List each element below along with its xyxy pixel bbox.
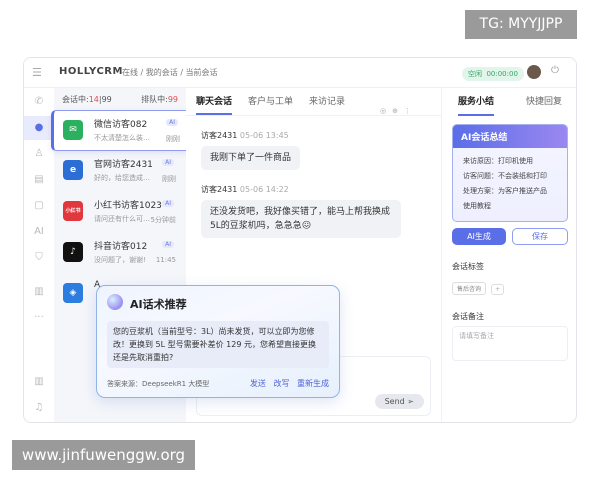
ai-badge: AI: [162, 241, 174, 248]
clipboard-icon[interactable]: ▤: [24, 168, 54, 192]
ai-badge: AI: [166, 119, 178, 126]
more-icon[interactable]: ···: [24, 306, 54, 330]
toolbar-icons[interactable]: ◎⊕⋮: [380, 97, 417, 125]
status-label: 空闲: [468, 70, 482, 78]
douyin-icon: ♪: [63, 242, 83, 262]
ai-badge: AI: [162, 159, 174, 166]
tag-chip[interactable]: 售后咨询: [452, 282, 487, 295]
brand-logo: HOLLYCRM: [59, 66, 123, 77]
chart-icon[interactable]: ▥: [24, 280, 54, 304]
rewrite-link[interactable]: 改写: [273, 379, 289, 388]
top-bar: ☰ HOLLYCRM 在线 / 我的会话 / 当前会话 空闲 00:00:00 …: [24, 58, 576, 88]
shield-icon[interactable]: ⛉: [24, 246, 54, 270]
xiaohongshu-icon: 小红书: [63, 201, 83, 221]
send-button[interactable]: Send ➢: [374, 394, 424, 409]
notes-label: 会话备注: [452, 312, 484, 321]
save-button[interactable]: 保存: [512, 228, 568, 245]
answer-source: 答案来源：DeepseekR1 大模型: [107, 380, 210, 388]
suggested-reply: 您的豆浆机（当前型号：3L）尚未发货，可以立即为您修改！更换到 5L 型号需要补…: [107, 321, 329, 368]
tab-chat[interactable]: 聊天会话: [196, 88, 233, 115]
session-counts: 会话中:14|99 排队中:99: [62, 95, 178, 104]
book-icon[interactable]: ▥: [24, 370, 54, 394]
right-panel: 服务小结 快捷回复 AI会话总结 来访原因：打印机使用 访客问题：不会装纸和打印 …: [441, 88, 576, 422]
tab-customer[interactable]: 客户与工单: [248, 88, 293, 115]
icon-rail: ✆ ● ♙ ▤ ▢ AI ⛉ ▥ ··· ▥ ♫: [24, 88, 54, 422]
wechat-icon: ✉: [63, 120, 83, 140]
popup-title: AI话术推荐: [130, 298, 187, 311]
ai-orb-icon: [107, 294, 123, 310]
tab-visits[interactable]: 来访记录: [309, 88, 345, 115]
send-suggestion-link[interactable]: 发送: [250, 379, 266, 388]
ai-icon[interactable]: AI: [24, 220, 54, 244]
session-item[interactable]: ♪ 抖音访客012 没问题了，谢谢! AI 11:45: [54, 233, 186, 274]
user-icon[interactable]: ♙: [24, 142, 54, 166]
tab-quick-reply[interactable]: 快捷回复: [526, 88, 562, 116]
status-timer: 00:00:00: [486, 70, 518, 78]
phone-icon[interactable]: ✆: [24, 90, 54, 114]
breadcrumb: 在线 / 我的会话 / 当前会话: [122, 68, 218, 77]
status-badge[interactable]: 空闲 00:00:00: [462, 67, 524, 81]
watermark-bottom: www.jinfuwenggw.org: [12, 440, 195, 470]
bell-icon[interactable]: ♫: [24, 396, 54, 420]
power-icon[interactable]: ⏻: [551, 65, 559, 76]
ai-suggestion-popup: AI话术推荐 您的豆浆机（当前型号：3L）尚未发货，可以立即为您修改！更换到 5…: [96, 285, 340, 398]
regenerate-link[interactable]: 重新生成: [297, 379, 329, 388]
avatar[interactable]: [527, 65, 541, 79]
chat-tabs: 聊天会话 客户与工单 来访记录 ◎⊕⋮: [186, 88, 441, 116]
chat-icon[interactable]: ●: [24, 116, 54, 140]
message: 访客2431 05-06 13:45 我刚下单了一件商品: [201, 130, 441, 170]
ie-icon: e: [63, 160, 83, 180]
message: 访客2431 05-06 14:22 还没发货吧，我好像买错了，能马上帮我换成5…: [201, 184, 441, 238]
notes-input[interactable]: 请填写备注: [452, 326, 568, 361]
app-icon: ◈: [63, 283, 83, 303]
tab-summary[interactable]: 服务小结: [457, 88, 494, 116]
ai-summary-card: AI会话总结 来访原因：打印机使用 访客问题：不会装纸和打印 处理方案：为客户推…: [452, 124, 568, 222]
ai-badge: AI: [162, 200, 174, 207]
tags-label: 会话标签: [452, 262, 484, 271]
ai-generate-button[interactable]: AI生成: [452, 228, 506, 245]
session-item[interactable]: 小红书 小红书访客1023 请问还有什么可… AI 5分钟前: [54, 192, 186, 233]
session-item[interactable]: e 官网访客2431 好的，给您造成… AI 刚刚: [54, 151, 186, 192]
session-item[interactable]: ✉ 微信访客082 不太清楚怎么装… AI 刚刚: [51, 110, 191, 151]
watermark-top: TG: MYYJJPP: [465, 10, 577, 39]
message-icon[interactable]: ▢: [24, 194, 54, 218]
menu-icon[interactable]: ☰: [32, 66, 42, 79]
add-tag-button[interactable]: +: [491, 284, 505, 295]
